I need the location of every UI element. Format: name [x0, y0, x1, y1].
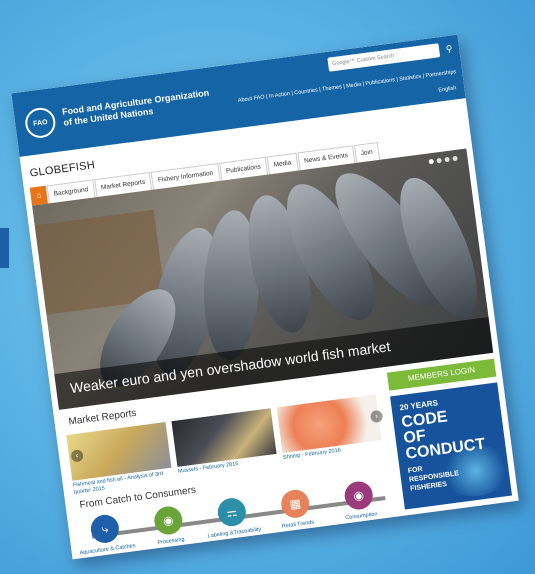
market-report-card[interactable]: Shrimp - February 2016 [276, 394, 384, 469]
hook-icon: ⤷ [89, 513, 121, 545]
store-icon: ▦ [279, 488, 311, 520]
carousel-next-icon[interactable]: › [369, 409, 384, 424]
site-title[interactable]: GLOBEFISH [29, 159, 96, 179]
market-report-card[interactable]: Mussels - February 2016 [171, 408, 278, 483]
cc-retail[interactable]: ▦ Retail Trends [264, 486, 328, 532]
market-reports-heading: Market Reports [67, 407, 138, 428]
cc-label: Labeling &Traceability [207, 526, 262, 540]
fao-header: FAO Food and Agriculture Organization of… [11, 34, 466, 157]
website-screenshot-card: FAO Food and Agriculture Organization of… [11, 34, 519, 560]
code-of-conduct-banner[interactable]: 20 YEARS CODE OF CONDUCT FOR RESPONSIBLE… [390, 382, 513, 510]
tag-icon: ⚎ [216, 496, 248, 528]
slider-dot[interactable] [428, 158, 435, 165]
fao-logo-icon[interactable]: FAO [23, 106, 58, 140]
top-nav-links[interactable]: About FAO | In Action | Countries | Them… [238, 69, 457, 104]
cc-processing[interactable]: ◉ Processing [137, 503, 201, 549]
home-icon[interactable]: ⌂ [29, 185, 48, 206]
cc-label: Aquaculture & Catches [79, 543, 136, 557]
can-icon: ◉ [152, 504, 185, 537]
cc-label: Consumption [344, 511, 378, 522]
page-accent-bar [0, 228, 9, 268]
market-report-card[interactable]: Fishmeal and fish oil - Analysis of 3rd … [66, 422, 173, 497]
slider-dot[interactable] [436, 157, 442, 164]
cc-consumption[interactable]: ◉ Consumption [327, 478, 391, 524]
search-icon[interactable]: ⚲ [442, 41, 456, 56]
cc-labeling[interactable]: ⚎ Labeling &Traceability [200, 494, 264, 540]
language-link[interactable]: English [438, 85, 457, 93]
fish-plate-icon: ◉ [342, 479, 375, 512]
search-input[interactable]: Google™ Custom Search [327, 43, 441, 72]
coc-for: FOR [407, 465, 424, 475]
slider-dots [428, 155, 458, 165]
logo-text: FAO [32, 118, 48, 128]
cc-label: Processing [157, 536, 185, 547]
slider-dot[interactable] [444, 156, 450, 163]
cc-label: Retail Trends [281, 519, 315, 530]
slider-dot[interactable] [452, 155, 458, 162]
cc-aquaculture[interactable]: ⤷ Aquaculture & Catches [73, 511, 137, 557]
